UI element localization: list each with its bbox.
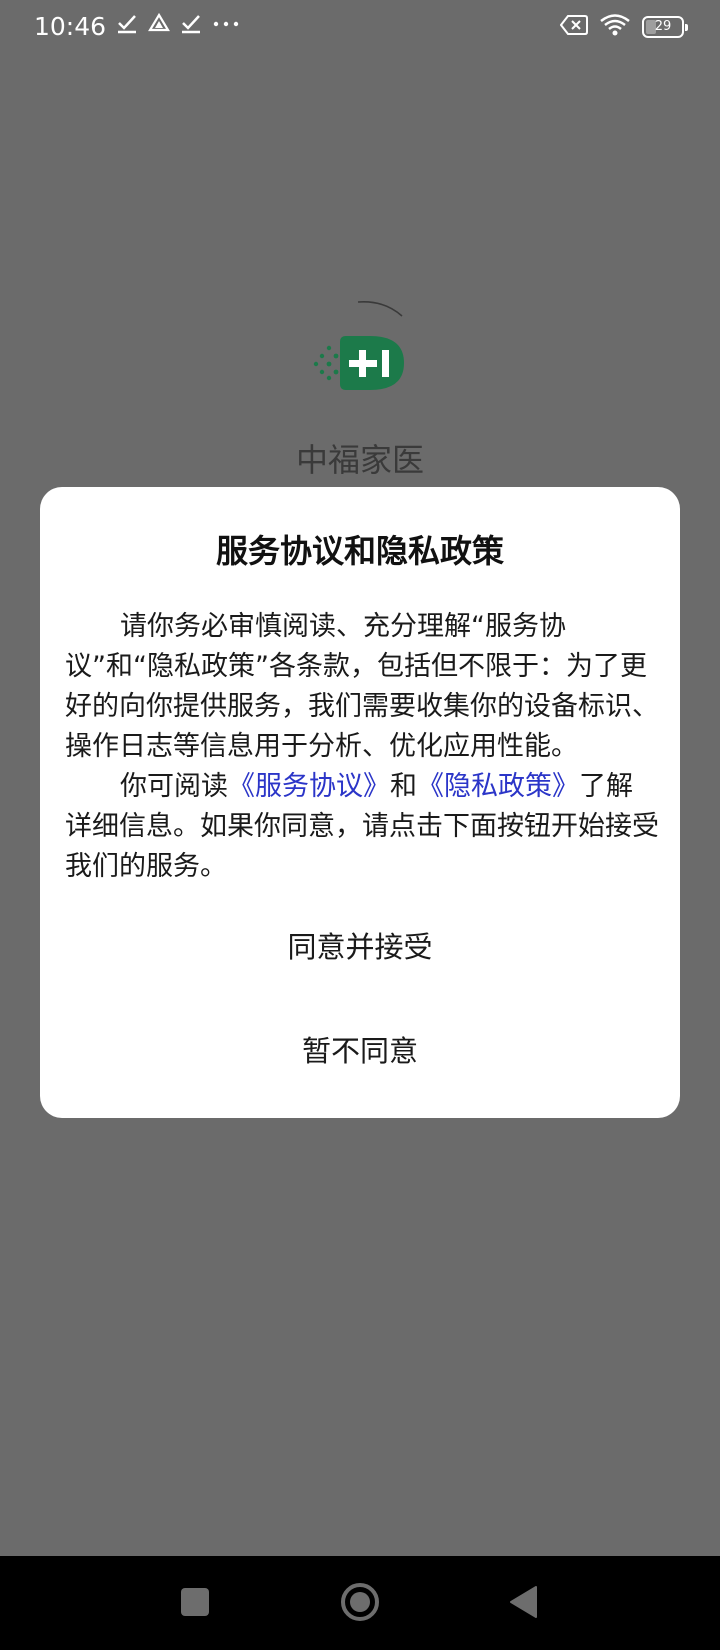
check-icon <box>116 12 138 42</box>
privacy-policy-link[interactable]: 《隐私政策》 <box>417 771 579 802</box>
agree-button[interactable]: 同意并接受 <box>40 925 680 969</box>
loading-spinner-icon <box>357 300 403 317</box>
recents-button-icon[interactable] <box>181 1588 209 1616</box>
dialog-body: 请你务必审慎阅读、充分理解“服务协议”和“隐私政策”各条款，包括但不限于：为了更… <box>65 607 659 887</box>
dialog-paragraph-2: 你可阅读《服务协议》和《隐私政策》了解详细信息。如果你同意，请点击下面按钮开始接… <box>65 767 659 887</box>
status-time: 10:46 <box>34 12 107 41</box>
dialog-title: 服务协议和隐私政策 <box>215 532 504 570</box>
status-bar: 10:46 29 <box>0 0 720 56</box>
home-button-icon[interactable] <box>340 1582 380 1622</box>
battery-tip <box>685 24 688 31</box>
dialog-paragraph-1: 请你务必审慎阅读、充分理解“服务协议”和“隐私政策”各条款，包括但不限于：为了更… <box>65 611 659 762</box>
status-right: 29 <box>559 14 688 40</box>
app-name: 中福家医 <box>295 441 424 479</box>
navigation-bar <box>0 1556 720 1650</box>
back-button-icon[interactable] <box>508 1585 538 1619</box>
check-icon <box>180 12 202 42</box>
paragraph-2-prefix: 你可阅读 <box>120 771 228 802</box>
more-dots-icon <box>212 12 240 42</box>
status-left: 10:46 <box>34 12 240 42</box>
wifi-icon <box>600 14 630 40</box>
service-agreement-link[interactable]: 《服务协议》 <box>228 771 390 802</box>
battery-icon: 29 <box>642 16 688 38</box>
paragraph-2-and: 和 <box>390 771 417 802</box>
app-logo-icon <box>313 336 404 390</box>
battery-level: 29 <box>654 19 672 34</box>
drive-icon <box>148 12 170 42</box>
no-sim-icon <box>559 14 588 40</box>
disagree-button[interactable]: 暂不同意 <box>40 1029 680 1073</box>
privacy-dialog: 服务协议和隐私政策 请你务必审慎阅读、充分理解“服务协议”和“隐私政策”各条款，… <box>40 487 680 1118</box>
